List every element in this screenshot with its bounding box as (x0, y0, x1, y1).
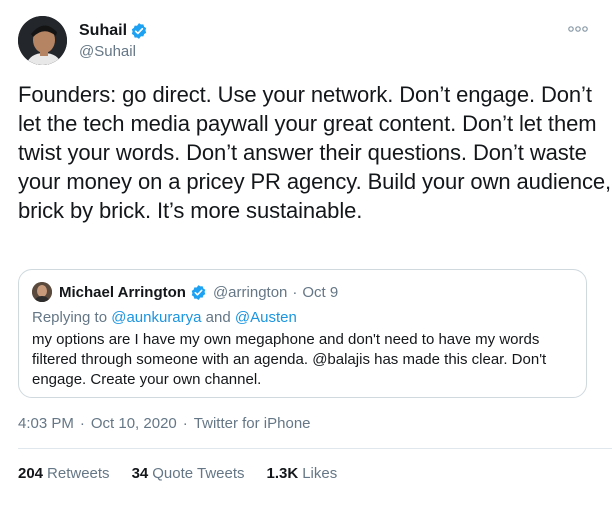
quote-tweets-stat[interactable]: 34 Quote Tweets (132, 465, 245, 482)
quote-tweets-count: 34 (131, 465, 149, 482)
likes-label: Likes (302, 465, 338, 482)
quote-tweets-label: Quote Tweets (152, 465, 245, 482)
replying-joiner: and (205, 309, 231, 326)
tweet-date[interactable]: Oct 10, 2020 (91, 415, 177, 432)
retweets-count: 204 (18, 465, 44, 482)
quoted-author-handle[interactable]: @arrington (213, 284, 287, 301)
quoted-separator: · (292, 284, 298, 301)
replying-prefix: Replying to (32, 309, 108, 326)
quoted-replying-to: Replying to @aunkurarya and @Austen (32, 309, 297, 326)
retweets-label: Retweets (47, 465, 110, 482)
quoted-verified-badge-icon (190, 284, 207, 301)
quoted-tweet[interactable]: Michael Arrington @arrington · Oct 9 Rep… (18, 269, 587, 398)
tweet-card: Suhail @Suhail Founders: go direct. Use … (0, 0, 612, 505)
tweet-stats: 204 Retweets 34 Quote Tweets 1.3K Likes (18, 465, 359, 482)
author-display-name[interactable]: Suhail (79, 22, 127, 40)
tweet-text: Founders: go direct. Use your network. D… (18, 82, 612, 223)
quoted-date[interactable]: Oct 9 (302, 284, 338, 301)
divider (18, 448, 612, 449)
quoted-text: my options are I have my own megaphone a… (32, 331, 547, 388)
meta-separator-2: · (182, 415, 188, 432)
quoted-author-name[interactable]: Michael Arrington (59, 284, 186, 301)
likes-stat[interactable]: 1.3K Likes (267, 465, 338, 482)
tweet-time[interactable]: 4:03 PM (18, 415, 74, 432)
likes-count: 1.3K (266, 465, 299, 482)
quoted-header: Michael Arrington @arrington · Oct 9 (59, 284, 338, 301)
retweets-stat[interactable]: 204 Retweets (18, 465, 110, 482)
reply-mention-aunkurarya[interactable]: @aunkurarya (111, 309, 201, 326)
more-options-icon[interactable] (566, 22, 590, 36)
verified-badge-icon (130, 22, 148, 40)
tweet-meta: 4:03 PM · Oct 10, 2020 · Twitter for iPh… (18, 415, 311, 432)
reply-mention-austen[interactable]: @Austen (235, 309, 297, 326)
quoted-author-avatar[interactable] (32, 282, 52, 302)
meta-separator: · (79, 415, 85, 432)
author-handle[interactable]: @Suhail (79, 43, 136, 60)
author-name-row: Suhail (79, 22, 148, 40)
author-avatar[interactable] (18, 16, 67, 65)
tweet-source[interactable]: Twitter for iPhone (194, 415, 311, 432)
